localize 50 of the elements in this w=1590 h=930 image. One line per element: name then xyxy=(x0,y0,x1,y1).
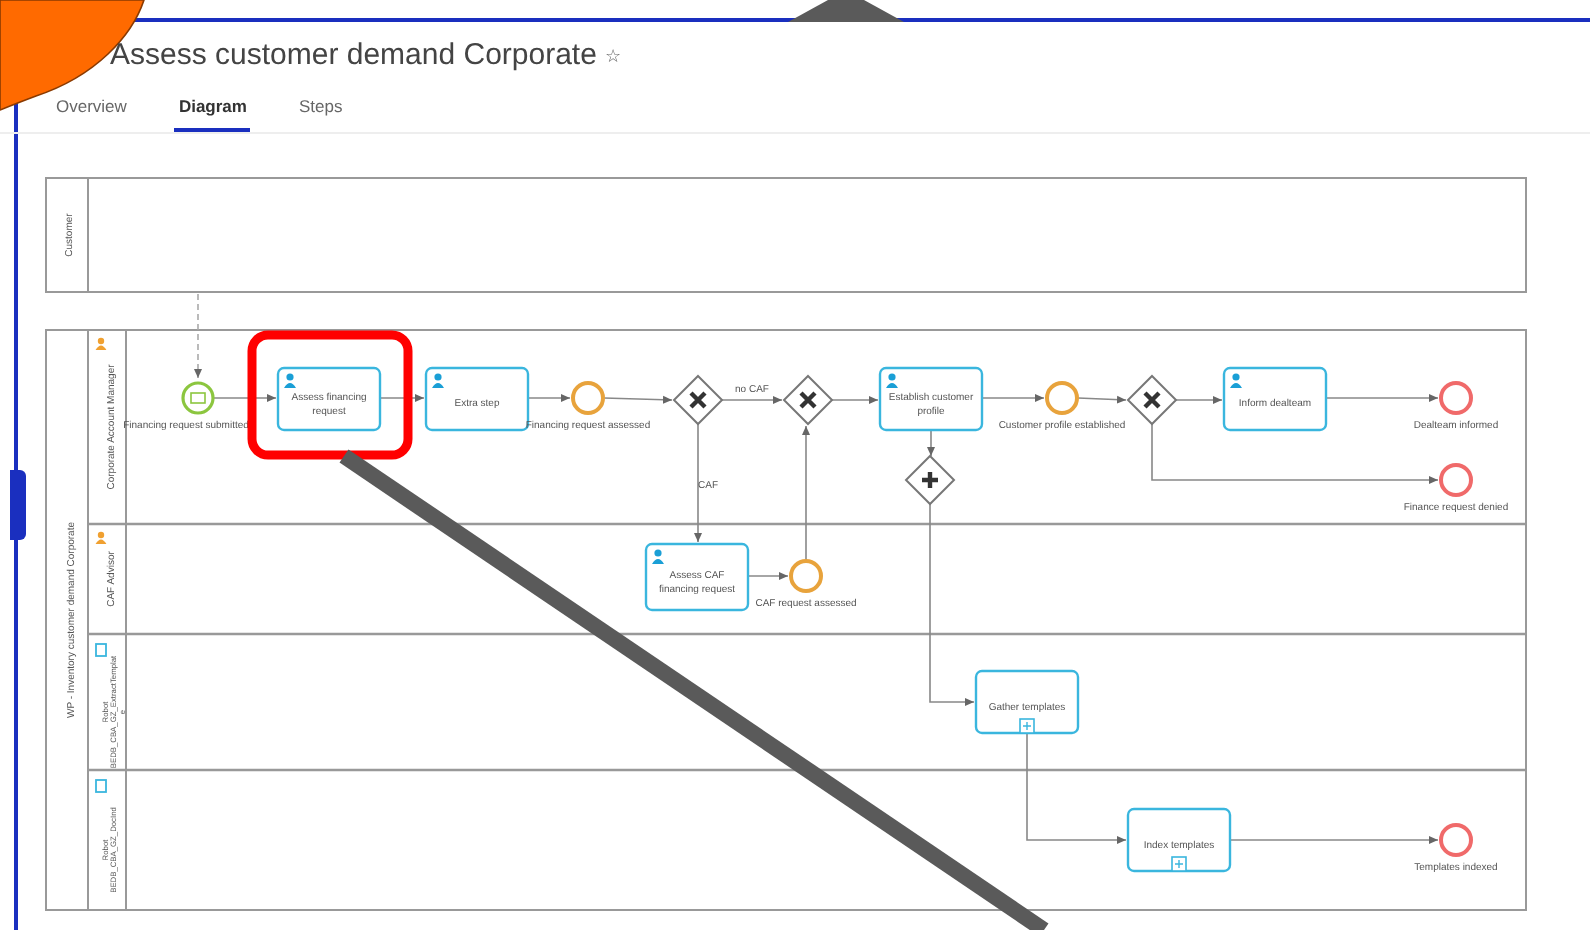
tab[interactable]: Diagram xyxy=(174,92,251,132)
sequence-flow-arrow xyxy=(213,394,277,402)
user-icon xyxy=(95,531,107,544)
parallel-gateway-icon[interactable] xyxy=(904,454,956,506)
tab[interactable]: Overview xyxy=(52,92,131,132)
expand-icon[interactable] xyxy=(1171,856,1187,872)
message-flow-line xyxy=(194,293,202,379)
user-icon xyxy=(1230,373,1242,388)
task-box[interactable] xyxy=(878,366,984,432)
sequence-flow-arrow xyxy=(981,394,1045,402)
exclusive-gateway-icon[interactable] xyxy=(782,374,834,426)
user-icon xyxy=(886,373,898,388)
sequence-flow-arrow xyxy=(927,429,935,457)
sequence-flow-arrow xyxy=(747,572,789,580)
task-box[interactable] xyxy=(424,366,530,432)
sequence-flow-arrow xyxy=(694,423,702,543)
sequence-flow-arrow xyxy=(831,396,879,404)
task-box[interactable] xyxy=(644,542,750,612)
end-event-icon[interactable] xyxy=(1439,463,1473,497)
intermediate-event-icon[interactable] xyxy=(571,381,605,415)
sequence-flow-arrow xyxy=(802,425,810,561)
user-icon xyxy=(284,373,296,388)
sequence-flow-arrow xyxy=(1325,394,1439,402)
intermediate-event-icon[interactable] xyxy=(1045,381,1079,415)
pointer-arrowhead xyxy=(788,0,904,22)
task-box[interactable] xyxy=(1222,366,1328,432)
sequence-flow-arrow xyxy=(1175,396,1223,404)
sequence-flow-arrow xyxy=(379,394,425,402)
task-box[interactable] xyxy=(974,669,1080,735)
end-event-icon[interactable] xyxy=(1439,823,1473,857)
page-title: Assess customer demand Corporate xyxy=(110,38,597,72)
task-box[interactable] xyxy=(276,366,382,432)
sequence-flow-arrow xyxy=(1077,395,1127,404)
sidebar-toggle[interactable] xyxy=(10,470,26,540)
favorite-icon[interactable]: ☆ xyxy=(604,45,621,65)
expand-icon[interactable] xyxy=(1019,718,1035,734)
intermediate-event-icon[interactable] xyxy=(789,559,823,593)
sequence-flow-arrow xyxy=(603,395,673,404)
sequence-flow-arrow xyxy=(721,396,783,404)
user-icon xyxy=(95,337,107,350)
exclusive-gateway-icon[interactable] xyxy=(672,374,724,426)
sequence-flow-arrow xyxy=(1026,731,1127,844)
user-icon xyxy=(652,549,664,564)
start-event-icon[interactable] xyxy=(181,381,215,415)
end-event-icon[interactable] xyxy=(1439,381,1473,415)
task-box[interactable] xyxy=(1126,807,1232,873)
exclusive-gateway-icon[interactable] xyxy=(1126,374,1178,426)
sequence-flow-arrow xyxy=(527,394,571,402)
tab[interactable]: Steps xyxy=(294,92,347,132)
user-icon xyxy=(432,373,444,388)
